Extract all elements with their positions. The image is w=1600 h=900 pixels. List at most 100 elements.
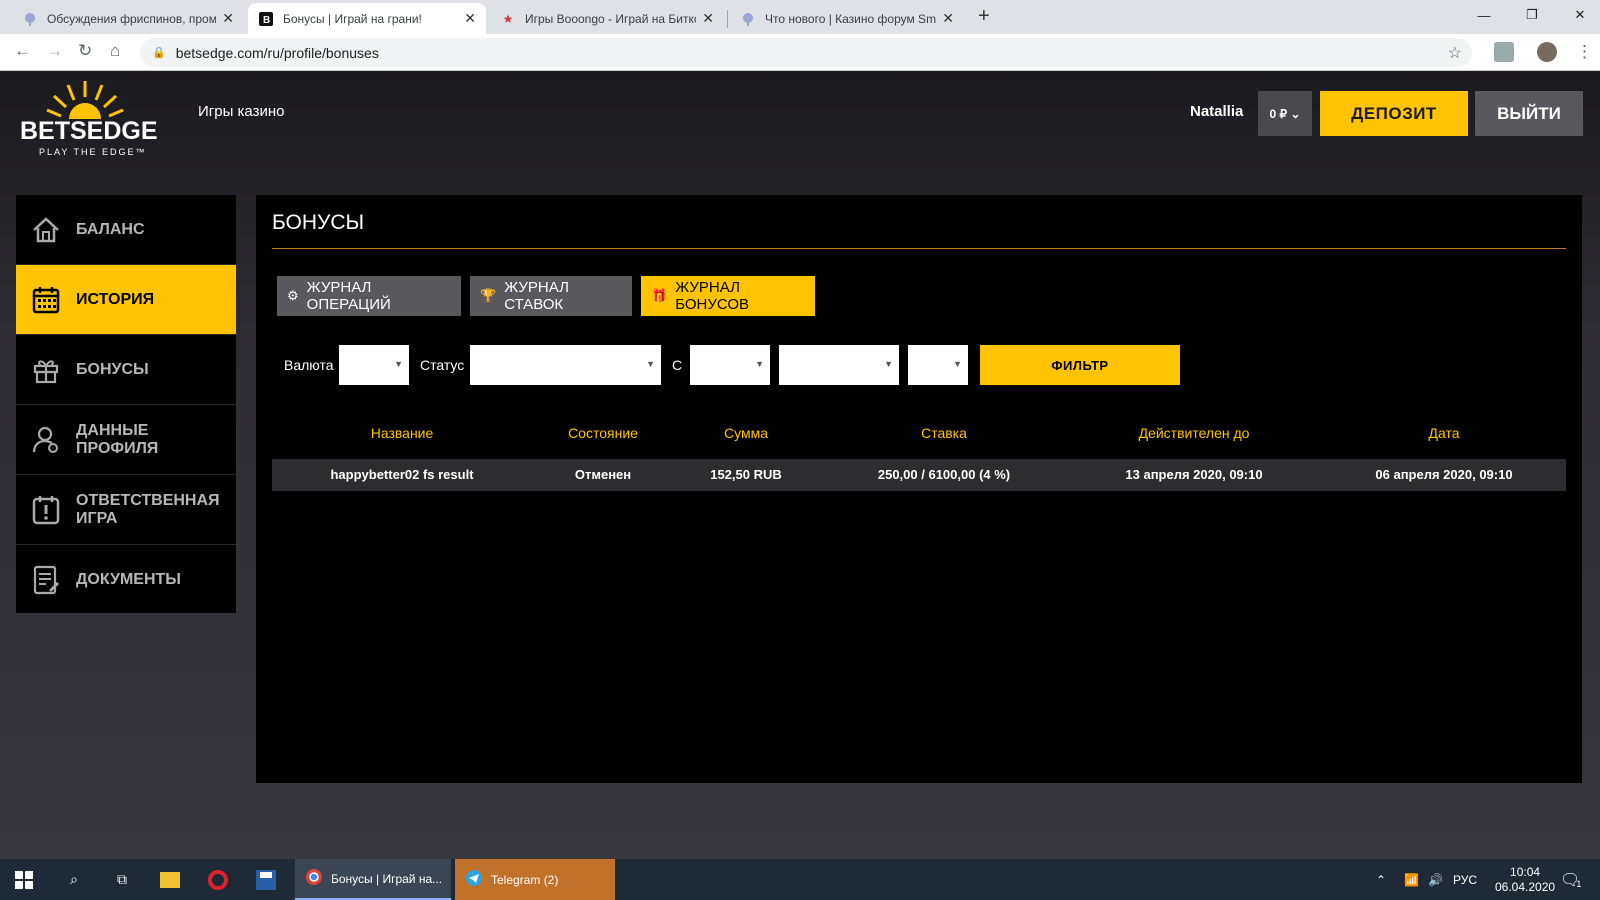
close-tab-icon[interactable]: ✕ [464, 10, 476, 27]
column-header[interactable]: Дата [1428, 425, 1459, 441]
windows-start-icon[interactable] [0, 859, 48, 900]
betsedge-icon: B [258, 11, 274, 27]
sidebar-item-label: ИСТОРИЯ [76, 290, 155, 308]
sidebar-item-history[interactable]: ИСТОРИЯ [16, 265, 236, 335]
browser-tab-3[interactable]: ★ Игры Booongo - Играй на Битко ✕ [490, 3, 724, 34]
betsedge-logo[interactable]: BETSEDGE PLAY THE EDGE™ [20, 77, 158, 161]
star-icon: ★ [502, 11, 514, 26]
globe-icon [22, 11, 38, 27]
cell-name: happybetter02 fs result [330, 467, 474, 482]
bonuses-journal-button[interactable]: 🎁 ЖУРНАЛ БОНУСОВ [641, 276, 815, 316]
sidebar-item-bonuses[interactable]: БОНУСЫ [16, 335, 236, 405]
deposit-button[interactable]: ДЕПОЗИТ [1320, 91, 1468, 136]
taskbar-app-chrome[interactable]: Бонусы | Играй на... [295, 859, 451, 900]
browser-tab-4[interactable]: Что нового | Казино форум Smo ✕ [730, 3, 964, 34]
restore-button[interactable]: ❐ [1508, 0, 1556, 30]
trophy-icon: 🏆 [480, 288, 497, 303]
clock[interactable]: 10:04 06.04.2020 [1495, 859, 1555, 900]
button-label: ЖУРНАЛ ОПЕРАЦИЙ [306, 279, 391, 313]
from-month-select[interactable]: ▼ [779, 345, 899, 385]
notification-count: 1 [1576, 878, 1582, 889]
minimize-button[interactable]: — [1460, 0, 1508, 30]
notifications-icon[interactable]: 🗨 1 [1560, 859, 1581, 900]
chevron-down-icon: ▼ [884, 359, 893, 369]
from-year-select[interactable]: ▼ [908, 345, 968, 385]
taskbar-app-telegram[interactable]: Telegram (2) [455, 859, 615, 900]
close-tab-icon[interactable]: ✕ [942, 10, 954, 27]
button-label: ЖУРНАЛ СТАВОК [504, 279, 569, 313]
close-tab-icon[interactable]: ✕ [222, 10, 234, 27]
tab-title: Бонусы | Играй на грани! [283, 11, 422, 26]
status-label: Статус [420, 357, 465, 373]
menu-dots-icon[interactable]: ⋮ [1576, 42, 1593, 62]
logo-brand-text: BETSEDGE [20, 117, 158, 145]
close-window-button[interactable]: ✕ [1556, 0, 1600, 30]
back-arrow-icon[interactable]: ← [14, 41, 31, 61]
calendar-icon [30, 285, 62, 315]
nav-casino-games[interactable]: Игры казино [198, 103, 285, 120]
extension-icon[interactable] [1494, 42, 1514, 62]
site-area: BETSEDGE PLAY THE EDGE™ Игры казино Nata… [0, 71, 1600, 859]
filter-button[interactable]: ФИЛЬТР [980, 345, 1180, 385]
cell-date: 06 апреля 2020, 09:10 [1375, 467, 1513, 482]
page-title: БОНУСЫ [272, 211, 365, 234]
gift-icon: 🎁 [651, 288, 668, 303]
forward-arrow-icon[interactable]: → [46, 41, 63, 61]
column-header[interactable]: Действителен до [1139, 425, 1250, 441]
profile-avatar[interactable] [1537, 42, 1557, 62]
chevron-down-icon: ▼ [755, 359, 764, 369]
browser-tab-1[interactable]: Обсуждения фриспинов, промо ✕ [12, 3, 244, 34]
operations-journal-button[interactable]: ⚙ ЖУРНАЛ ОПЕРАЦИЙ [277, 276, 461, 316]
chevron-up-icon[interactable]: ⌃ [1376, 859, 1386, 900]
button-label: ЖУРНАЛ БОНУСОВ [675, 279, 750, 313]
chevron-down-icon: ▼ [646, 359, 655, 369]
taskbar-app-label: Telegram (2) [491, 872, 559, 887]
tab-title: Обсуждения фриспинов, промо [47, 11, 217, 26]
column-header[interactable]: Название [371, 425, 434, 441]
from-day-select[interactable]: ▼ [690, 345, 770, 385]
status-select[interactable]: ▼ [470, 345, 661, 385]
bookmark-star-icon[interactable]: ☆ [1448, 43, 1462, 63]
logout-button[interactable]: ВЫЙТИ [1475, 91, 1583, 136]
username[interactable]: Natallia [1190, 103, 1243, 120]
sidebar-item-balance[interactable]: БАЛАНС [16, 195, 236, 265]
save-disk-icon[interactable] [242, 859, 290, 900]
gift-icon [30, 355, 62, 385]
cell-wager: 250,00 / 6100,00 (4 %) [877, 467, 1011, 482]
currency-label: Валюта [284, 357, 334, 373]
reload-icon[interactable]: ↻ [78, 41, 92, 61]
sidebar-item-documents[interactable]: ДОКУМЕНТЫ [16, 545, 236, 615]
new-tab-button[interactable]: + [978, 5, 990, 28]
lock-icon: 🔒 [152, 47, 166, 59]
cell-amount: 152,50 RUB [710, 467, 782, 482]
close-tab-icon[interactable]: ✕ [702, 10, 714, 27]
home-icon[interactable]: ⌂ [110, 41, 120, 61]
document-icon [30, 565, 62, 595]
balance-dropdown[interactable]: 0 ₽ ⌄ [1258, 91, 1312, 136]
time-text: 10:04 [1510, 864, 1541, 879]
browser-tab-2-active[interactable]: B Бонусы | Играй на грани! ✕ [248, 3, 486, 34]
svg-text:B: B [263, 15, 270, 26]
date-from-label: С [672, 357, 683, 373]
task-view-icon[interactable]: ⧉ [98, 859, 146, 900]
sidebar-item-responsible-gaming[interactable]: ОТВЕТСТВЕННАЯ ИГРА [16, 475, 236, 545]
url-bar[interactable]: 🔒 betsedge.com/ru/profile/bonuses ☆ [140, 38, 1472, 67]
sidebar-item-profile-data[interactable]: ДАННЫЕ ПРОФИЛЯ [16, 405, 236, 475]
cell-valid-until: 13 апреля 2020, 09:10 [1125, 467, 1263, 482]
column-header[interactable]: Состояние [568, 425, 638, 441]
url-text: betsedge.com/ru/profile/bonuses [175, 44, 379, 61]
column-header[interactable]: Сумма [724, 425, 768, 441]
tab-separator [727, 10, 728, 28]
file-explorer-icon[interactable] [146, 859, 194, 900]
column-header[interactable]: Ставка [921, 425, 967, 441]
volume-icon[interactable]: 🔊 [1428, 859, 1443, 900]
network-icon[interactable]: 📶 [1404, 859, 1419, 900]
language-indicator[interactable]: РУС [1453, 859, 1477, 900]
opera-icon[interactable] [194, 859, 242, 900]
search-icon[interactable]: ⌕ [50, 859, 98, 900]
title-divider [272, 248, 1566, 249]
windows-taskbar: ⌕ ⧉ Бонусы | Играй на... Telegram (2) ⌃ … [0, 859, 1600, 900]
address-bar-row: ← → ↻ ⌂ 🔒 betsedge.com/ru/profile/bonuse… [0, 34, 1600, 71]
currency-select[interactable]: ▼ [339, 345, 409, 385]
bets-journal-button[interactable]: 🏆 ЖУРНАЛ СТАВОК [470, 276, 632, 316]
